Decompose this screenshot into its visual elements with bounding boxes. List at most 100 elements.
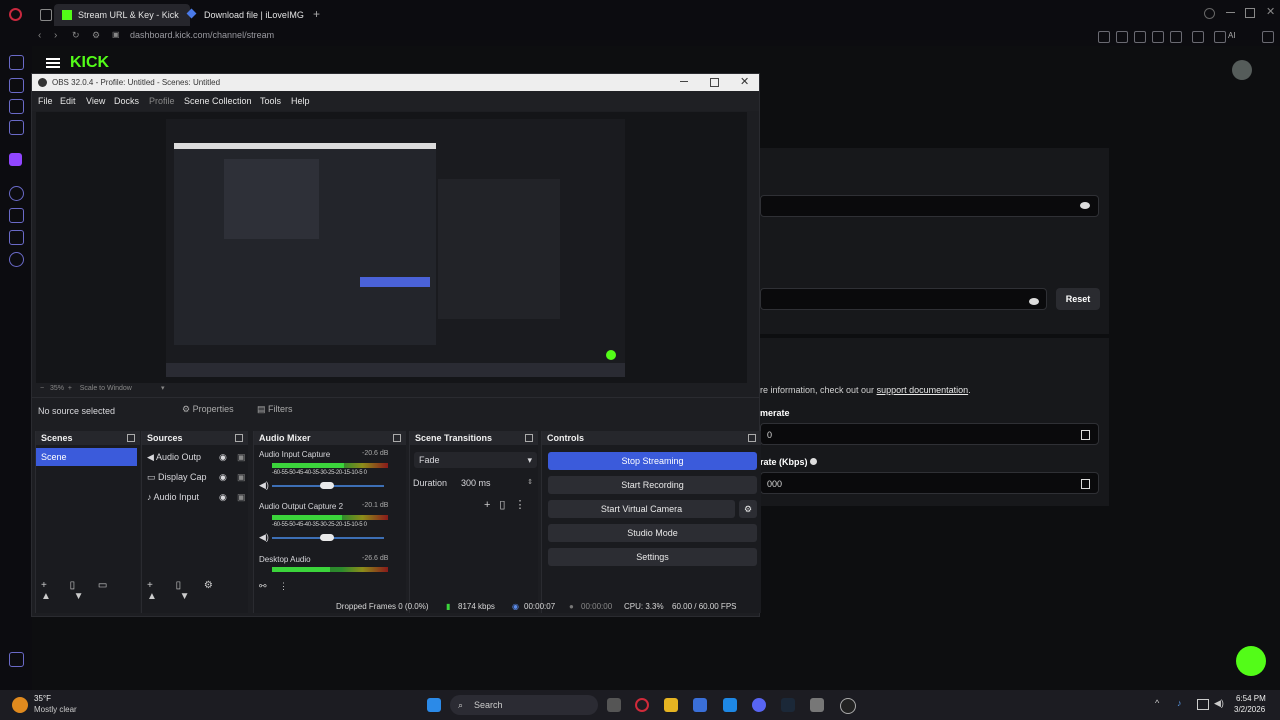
reset-button[interactable]: Reset (1056, 288, 1100, 310)
sidebar-app-icon[interactable] (9, 208, 24, 223)
store-icon[interactable] (693, 698, 707, 712)
filters-button[interactable]: ▤ Filters (257, 404, 293, 415)
lock-icon[interactable]: ▣ (237, 468, 246, 486)
sidebar-app-icon[interactable] (9, 230, 24, 245)
aria-icon[interactable] (9, 55, 24, 70)
scene-item[interactable]: Scene (36, 448, 137, 466)
transition-actions[interactable]: +▯⋮ (484, 498, 534, 511)
sidebar-app-icon[interactable] (9, 120, 24, 135)
zoom-control[interactable]: − 35% + Scale to Window ▾ (40, 384, 165, 392)
app-icon[interactable] (810, 698, 824, 712)
maximize-icon[interactable] (710, 78, 719, 87)
app-icon[interactable] (723, 698, 737, 712)
spin-arrows-icon[interactable]: ⇕ (527, 475, 533, 491)
task-view-icon[interactable] (607, 698, 621, 712)
studio-mode-button[interactable]: Studio Mode (548, 524, 757, 542)
opera-icon[interactable] (635, 698, 649, 712)
obs-taskbar-icon[interactable] (840, 698, 856, 714)
virtual-camera-gear-icon[interactable]: ⚙ (739, 500, 757, 518)
menu-scene-collection[interactable]: Scene Collection (184, 91, 252, 111)
player-icon[interactable] (1152, 31, 1164, 43)
source-item[interactable]: ♪ Audio Input ◉ ▣ (147, 488, 246, 506)
reload-icon[interactable]: ↻ (72, 30, 80, 41)
transition-select[interactable]: Fade ▾ (414, 452, 537, 468)
info-icon[interactable] (810, 458, 818, 465)
undock-icon[interactable] (748, 434, 756, 442)
workspaces-icon[interactable] (40, 9, 52, 21)
menu-edit[interactable]: Edit (60, 91, 76, 111)
steam-icon[interactable] (781, 698, 795, 712)
tab-iloveimg[interactable]: Download file | iLoveIMG (180, 4, 324, 26)
source-item[interactable]: ▭ Display Cap ◉ ▣ (147, 468, 246, 486)
sidebar-app-icon[interactable] (9, 99, 24, 114)
kick-logo[interactable]: KICK (70, 54, 109, 72)
stream-url-field[interactable] (760, 195, 1099, 217)
close-window-icon[interactable]: ✕ (1266, 5, 1275, 18)
stream-key-field[interactable] (760, 288, 1047, 310)
heart-icon[interactable] (1170, 31, 1182, 43)
mixer-actions[interactable]: ⚯ ⋮ (259, 581, 288, 592)
weather-icon[interactable] (12, 697, 28, 713)
opera-logo-icon[interactable] (9, 8, 22, 21)
menu-view[interactable]: View (86, 91, 105, 111)
volume-slider[interactable] (272, 534, 384, 541)
eye-icon[interactable] (1080, 202, 1090, 209)
aria-button[interactable]: AI (1228, 31, 1236, 40)
gx-icon[interactable] (9, 652, 24, 667)
undock-icon[interactable] (127, 434, 135, 442)
settings-icon[interactable] (9, 252, 24, 267)
copy-icon[interactable] (1081, 430, 1090, 440)
undock-icon[interactable] (525, 434, 533, 442)
speaker-icon[interactable]: ◀) (259, 532, 269, 543)
tab-kick[interactable]: Stream URL & Key - Kick (54, 4, 190, 26)
support-documentation-link[interactable]: support documentation (877, 385, 969, 395)
framerate-field[interactable]: 0 (760, 423, 1099, 445)
clock-time[interactable]: 6:54 PM (1236, 694, 1266, 703)
download-icon[interactable] (1214, 31, 1226, 43)
snapshot-icon[interactable] (1116, 31, 1128, 43)
settings-button[interactable]: Settings (548, 548, 757, 566)
windows-start-icon[interactable] (427, 698, 441, 712)
source-item[interactable]: ◀ Audio Outp ◉ ▣ (147, 448, 246, 466)
chevron-up-icon[interactable]: ^ (1155, 698, 1159, 708)
slider-knob[interactable] (320, 482, 334, 489)
copy-icon[interactable] (1081, 479, 1090, 489)
search-tabs-icon[interactable] (1204, 8, 1215, 19)
back-icon[interactable]: ‹ (38, 30, 41, 41)
bitrate-field[interactable]: 000 (760, 472, 1099, 494)
eye-icon[interactable]: ◉ (219, 448, 227, 466)
slider-knob[interactable] (320, 534, 334, 541)
weather-desc[interactable]: Mostly clear (34, 705, 77, 714)
taskbar-search[interactable]: ⌕ Search (450, 695, 598, 715)
properties-button[interactable]: ⚙ Properties (182, 404, 234, 415)
network-icon[interactable] (1197, 699, 1209, 710)
undock-icon[interactable] (235, 434, 243, 442)
maximize-icon[interactable] (1245, 8, 1255, 18)
site-settings-icon[interactable]: ⚙ (92, 30, 100, 41)
eye-icon[interactable]: ◉ (219, 488, 227, 506)
menu-docks[interactable]: Docks (114, 91, 139, 111)
obs-preview[interactable] (36, 112, 747, 383)
volume-icon[interactable]: ◀) (1214, 698, 1224, 709)
twitch-icon[interactable] (9, 153, 22, 166)
duration-spinbox[interactable]: 300 ms ⇕ (456, 475, 536, 491)
weather-temp[interactable]: 35°F (34, 694, 51, 703)
menu-help[interactable]: Help (291, 91, 310, 111)
eye-icon[interactable]: ◉ (219, 468, 227, 486)
lock-icon[interactable]: ▣ (237, 448, 246, 466)
volume-slider[interactable] (272, 482, 384, 489)
menu-file[interactable]: File (38, 91, 53, 111)
menu-tools[interactable]: Tools (260, 91, 281, 111)
clock-date[interactable]: 3/2/2026 (1234, 705, 1265, 714)
new-tab-icon[interactable]: + (313, 7, 320, 21)
support-chat-icon[interactable] (1236, 646, 1266, 676)
discord-icon[interactable] (752, 698, 766, 712)
url-field[interactable]: dashboard.kick.com/channel/stream (130, 30, 274, 40)
menu-profile[interactable]: Profile (149, 91, 175, 111)
eye-icon[interactable] (1029, 298, 1039, 305)
sidebar-app-icon[interactable] (9, 78, 24, 93)
stop-streaming-button[interactable]: Stop Streaming (548, 452, 757, 470)
avatar[interactable] (1232, 60, 1252, 80)
pin-icon[interactable] (1098, 31, 1110, 43)
close-icon[interactable]: ✕ (740, 74, 749, 91)
